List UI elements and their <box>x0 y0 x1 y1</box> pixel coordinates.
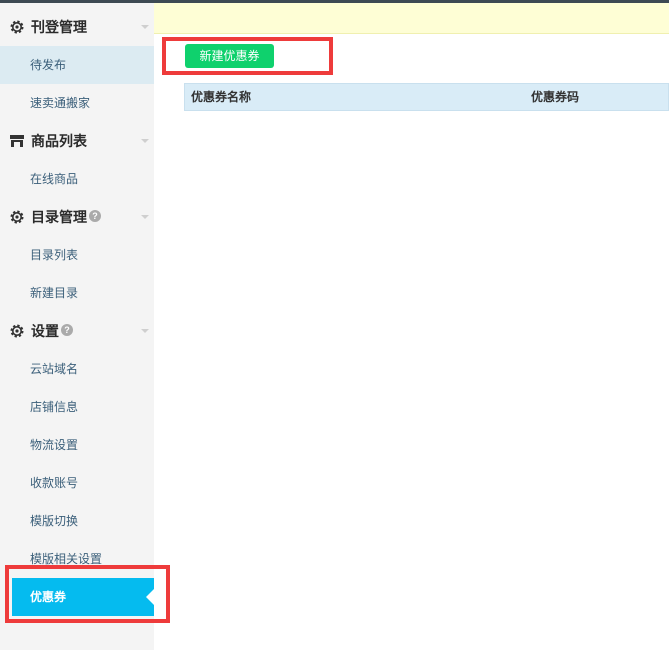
store-icon <box>10 135 24 147</box>
sidebar-item-pending[interactable]: 待发布 <box>0 46 154 84</box>
gear-icon <box>10 210 24 224</box>
sidebar-group-settings[interactable]: 设置 ? <box>0 312 154 350</box>
help-icon[interactable]: ? <box>61 324 73 336</box>
sidebar-group-publish[interactable]: 刊登管理 <box>0 8 154 46</box>
sidebar-item-catalog-list[interactable]: 目录列表 <box>0 236 154 274</box>
sidebar-group-title: 设置 <box>31 323 59 339</box>
sidebar-item-label: 收款账号 <box>30 476 79 490</box>
sidebar-item-label: 目录列表 <box>30 248 79 262</box>
notice-bar <box>154 3 669 34</box>
sidebar-item-new-catalog[interactable]: 新建目录 <box>0 274 154 312</box>
sidebar-item-aliexpress-move[interactable]: 速卖通搬家 <box>0 84 154 122</box>
highlight-box <box>5 565 170 623</box>
highlight-box <box>162 37 333 75</box>
chevron-down-icon <box>141 25 149 29</box>
sidebar-item-label: 模版切换 <box>30 514 79 528</box>
coupon-table-header: 优惠券名称 优惠券码 <box>184 83 669 111</box>
sidebar-item-logistics[interactable]: 物流设置 <box>0 426 154 464</box>
sidebar-item-online-products[interactable]: 在线商品 <box>0 160 154 198</box>
chevron-down-icon <box>141 329 149 333</box>
sidebar-group-catalog[interactable]: 目录管理 ? <box>0 198 154 236</box>
column-header-coupon-code[interactable]: 优惠券码 <box>531 84 579 111</box>
sidebar-group-title: 目录管理 <box>31 209 87 225</box>
gear-icon <box>10 20 24 34</box>
sidebar-item-label: 待发布 <box>30 58 67 72</box>
sidebar-item-template-switch[interactable]: 模版切换 <box>0 502 154 540</box>
sidebar-item-label: 新建目录 <box>30 286 79 300</box>
sidebar-group-title: 商品列表 <box>31 133 87 149</box>
sidebar-item-site-domain[interactable]: 云站域名 <box>0 350 154 388</box>
sidebar-item-label: 速卖通搬家 <box>30 96 91 110</box>
column-header-coupon-name[interactable]: 优惠券名称 <box>191 84 251 111</box>
sidebar: 刊登管理 待发布 速卖通搬家 商品列表 在线商品 目录管理 ? 目录列表 新建目… <box>0 3 154 650</box>
gear-icon <box>10 324 24 338</box>
sidebar-item-label: 物流设置 <box>30 438 79 452</box>
sidebar-item-label: 在线商品 <box>30 172 79 186</box>
chevron-down-icon <box>141 139 149 143</box>
sidebar-item-label: 店铺信息 <box>30 400 79 414</box>
sidebar-item-label: 云站域名 <box>30 362 79 376</box>
help-icon[interactable]: ? <box>89 210 101 222</box>
chevron-down-icon <box>141 215 149 219</box>
sidebar-item-payment-account[interactable]: 收款账号 <box>0 464 154 502</box>
sidebar-group-products[interactable]: 商品列表 <box>0 122 154 160</box>
sidebar-group-title: 刊登管理 <box>31 19 87 35</box>
sidebar-item-store-info[interactable]: 店铺信息 <box>0 388 154 426</box>
